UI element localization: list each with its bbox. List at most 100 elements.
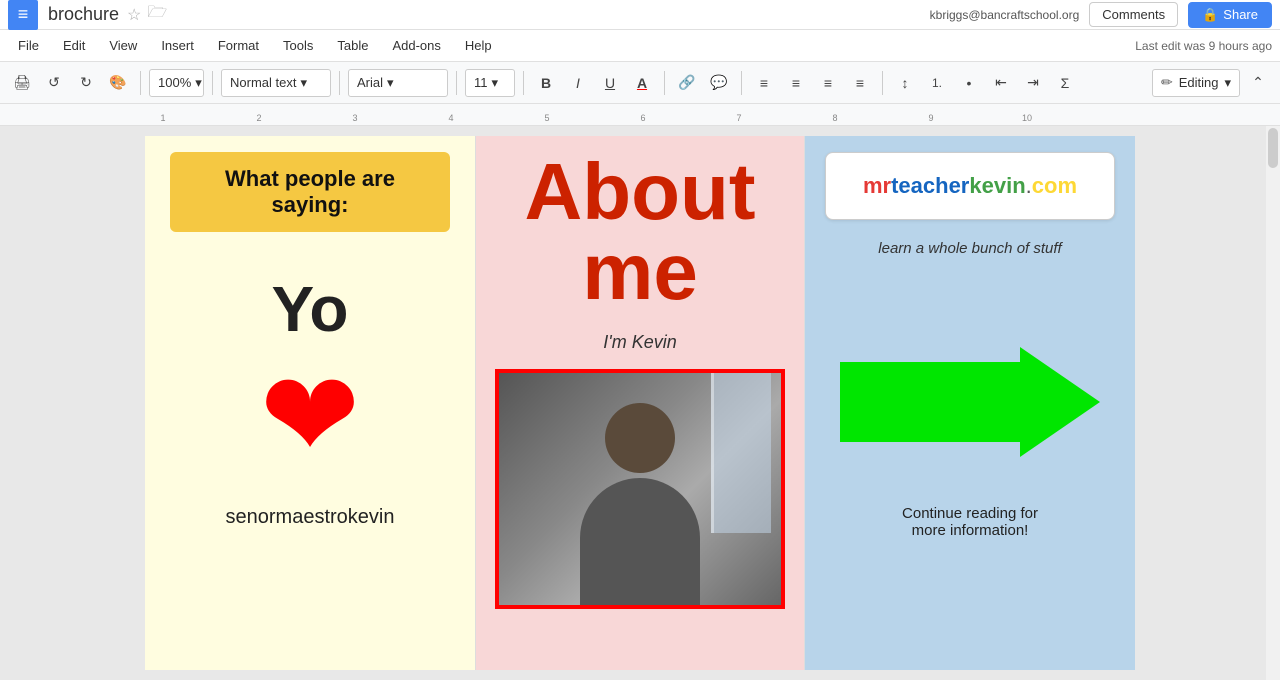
- bullet-list-button[interactable]: •: [955, 69, 983, 97]
- continue-text: Continue reading formore information!: [902, 505, 1038, 539]
- comments-button[interactable]: Comments: [1089, 2, 1178, 27]
- username-text: senormaestrokevin: [226, 506, 395, 529]
- link-button[interactable]: 🔗: [673, 69, 701, 97]
- panel-right[interactable]: mrteacherkevin.com learn a whole bunch o…: [805, 136, 1135, 670]
- share-label: Share: [1223, 7, 1258, 22]
- menu-table[interactable]: Table: [327, 34, 378, 57]
- collapse-toolbar-button[interactable]: ⌃: [1244, 69, 1272, 97]
- arrow-container: [825, 317, 1115, 487]
- print-button[interactable]: 🖨: [8, 69, 36, 97]
- zoom-value: 100%: [158, 75, 191, 90]
- ordered-list-button[interactable]: 1.: [923, 69, 951, 97]
- formula-button[interactable]: Σ: [1051, 69, 1079, 97]
- align-right-button[interactable]: ≡: [814, 69, 842, 97]
- paint-format-button[interactable]: 🎨: [104, 69, 132, 97]
- yellow-box-text: What people are saying:: [225, 166, 395, 217]
- size-value: 11: [474, 75, 488, 90]
- pencil-icon: ✏: [1161, 74, 1173, 91]
- font-dropdown[interactable]: Arial ▾: [348, 69, 448, 97]
- zoom-arrow-icon: ▾: [195, 75, 202, 91]
- share-button[interactable]: 🔒 Share: [1188, 2, 1272, 28]
- decrease-indent-button[interactable]: ⇤: [987, 69, 1015, 97]
- user-email: kbriggs@bancraftschool.org: [930, 8, 1080, 22]
- green-arrow: [840, 347, 1100, 457]
- menu-file[interactable]: File: [8, 34, 49, 57]
- app-menu-button[interactable]: ≡: [8, 0, 38, 30]
- separator-8: [882, 71, 883, 95]
- line-spacing-button[interactable]: ↕: [891, 69, 919, 97]
- font-size-dropdown[interactable]: 11 ▾: [465, 69, 515, 97]
- separator-6: [664, 71, 665, 95]
- menu-tools[interactable]: Tools: [273, 34, 323, 57]
- panel-middle[interactable]: About me I'm Kevin: [475, 136, 805, 670]
- align-center-button[interactable]: ≡: [782, 69, 810, 97]
- top-bar: ≡ brochure ☆ 🗁 kbriggs@bancraftschool.or…: [0, 0, 1280, 30]
- scrollbar[interactable]: [1266, 126, 1280, 680]
- person-body-shape: [580, 478, 700, 608]
- top-right-area: kbriggs@bancraftschool.org Comments 🔒 Sh…: [930, 2, 1272, 28]
- font-arrow-icon: ▾: [387, 75, 394, 91]
- italic-button[interactable]: I: [564, 69, 592, 97]
- website-teacher: teacher: [891, 173, 969, 198]
- document-area: What people are saying: Yo ❤ senormaestr…: [0, 126, 1280, 680]
- ruler-mark-7: 7: [691, 113, 787, 123]
- ruler-mark-6: 6: [595, 113, 691, 123]
- ruler-mark-8: 8: [787, 113, 883, 123]
- separator-1: [140, 71, 141, 95]
- comment-button[interactable]: 💬: [705, 69, 733, 97]
- website-box: mrteacherkevin.com: [825, 152, 1115, 220]
- last-edit-info: Last edit was 9 hours ago: [1135, 39, 1272, 53]
- panel-left[interactable]: What people are saying: Yo ❤ senormaestr…: [145, 136, 475, 670]
- learn-text: learn a whole bunch of stuff: [878, 240, 1061, 257]
- align-justify-button[interactable]: ≡: [846, 69, 874, 97]
- scrollbar-thumb[interactable]: [1268, 128, 1278, 168]
- increase-indent-button[interactable]: ⇥: [1019, 69, 1047, 97]
- ruler-mark-2: 2: [211, 113, 307, 123]
- toolbar: 🖨 ↺ ↻ 🎨 100% ▾ Normal text ▾ Arial ▾ 11 …: [0, 62, 1280, 104]
- star-icon[interactable]: ☆: [127, 5, 141, 25]
- ruler-mark-4: 4: [403, 113, 499, 123]
- yellow-box: What people are saying:: [170, 152, 450, 232]
- ruler: 1 2 3 4 5 6 7 8 9 10: [0, 104, 1280, 126]
- text-color-button[interactable]: A: [628, 69, 656, 97]
- website-com: com: [1032, 173, 1077, 198]
- separator-3: [339, 71, 340, 95]
- heart-icon: ❤: [260, 356, 361, 476]
- photo-placeholder: [499, 373, 781, 605]
- menu-help[interactable]: Help: [455, 34, 502, 57]
- ruler-mark-3: 3: [307, 113, 403, 123]
- folder-icon[interactable]: 🗁: [147, 1, 167, 28]
- menu-view[interactable]: View: [99, 34, 147, 57]
- separator-4: [456, 71, 457, 95]
- menu-insert[interactable]: Insert: [151, 34, 204, 57]
- style-dropdown[interactable]: Normal text ▾: [221, 69, 331, 97]
- menu-edit[interactable]: Edit: [53, 34, 95, 57]
- style-value: Normal text: [230, 75, 296, 90]
- lock-icon: 🔒: [1202, 7, 1218, 23]
- align-left-button[interactable]: ≡: [750, 69, 778, 97]
- menu-format[interactable]: Format: [208, 34, 269, 57]
- window-background: [711, 373, 771, 533]
- font-value: Arial: [357, 75, 383, 90]
- editing-dropdown[interactable]: ✏ Editing ▾: [1152, 69, 1240, 97]
- ruler-mark-9: 9: [883, 113, 979, 123]
- website-mr: mr: [863, 173, 891, 198]
- bold-button[interactable]: B: [532, 69, 560, 97]
- underline-button[interactable]: U: [596, 69, 624, 97]
- separator-5: [523, 71, 524, 95]
- separator-7: [741, 71, 742, 95]
- ruler-mark-1: 1: [115, 113, 211, 123]
- undo-button[interactable]: ↺: [40, 69, 68, 97]
- im-kevin-subtitle: I'm Kevin: [603, 332, 676, 353]
- brochure-document: What people are saying: Yo ❤ senormaestr…: [145, 136, 1135, 670]
- menu-addons[interactable]: Add-ons: [382, 34, 450, 57]
- document-title[interactable]: brochure: [48, 4, 119, 25]
- size-arrow-icon: ▾: [492, 75, 499, 91]
- ruler-marks: 1 2 3 4 5 6 7 8 9 10: [115, 113, 1280, 123]
- zoom-dropdown[interactable]: 100% ▾: [149, 69, 204, 97]
- ruler-mark-5: 5: [499, 113, 595, 123]
- yo-text: Yo: [271, 272, 348, 346]
- person-head-shape: [605, 403, 675, 473]
- arrow-body: [840, 362, 1020, 442]
- redo-button[interactable]: ↻: [72, 69, 100, 97]
